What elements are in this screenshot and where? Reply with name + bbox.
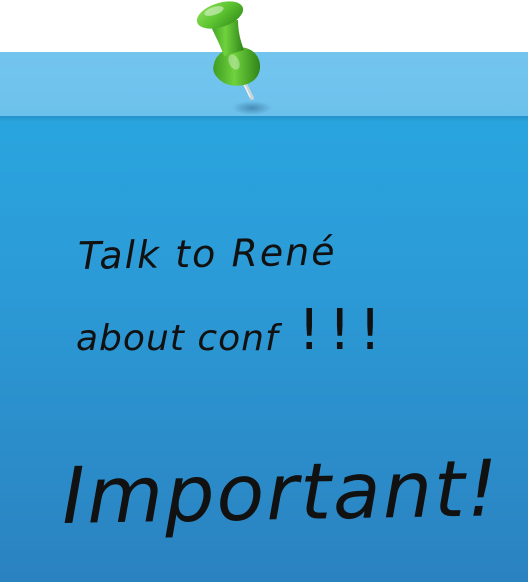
pin-shadow	[232, 101, 272, 115]
note-exclamation: !!!	[298, 298, 390, 363]
note-line-1: Talk to René	[77, 229, 337, 278]
sticky-note-strip-shadow	[0, 116, 528, 122]
note-line-2: about conf	[76, 318, 279, 359]
sticky-note: Talk to René about conf !!! Important!	[0, 52, 528, 582]
sticky-note-canvas: Talk to René about conf !!! Important!	[0, 0, 528, 582]
note-important: Important!	[61, 444, 501, 542]
push-pin-icon	[196, 1, 272, 115]
